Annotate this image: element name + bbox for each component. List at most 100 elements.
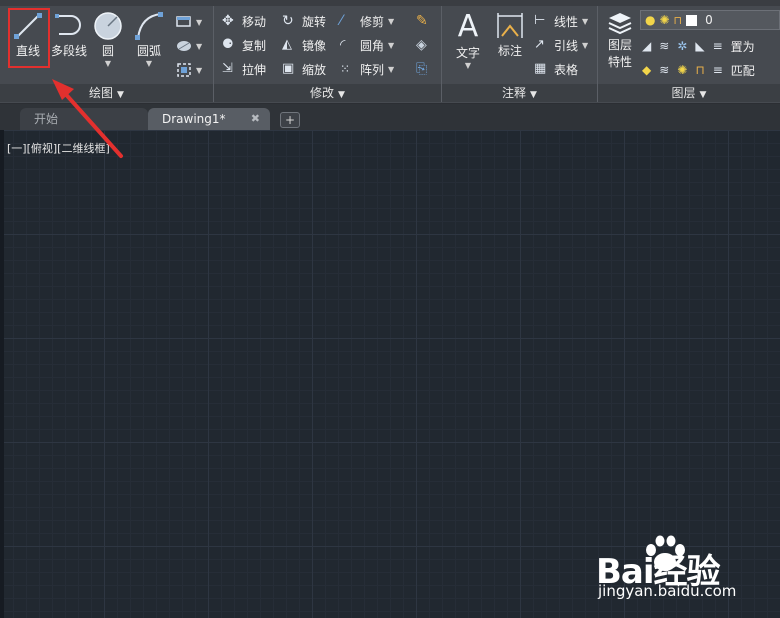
annotation-panel-footer[interactable]: 注释 ▼ [442, 84, 597, 102]
array-dropdown-icon[interactable]: ▼ [388, 65, 394, 74]
move-label: 移动 [242, 14, 267, 29]
leader-button[interactable]: ↗ 引线 ▼ [534, 35, 588, 55]
draw-panel-footer[interactable]: 绘图 ▼ [0, 84, 213, 102]
layers-panel: 图层 特性 ● ✺ ⊓ 0 ◢ ≋ ✲ ◣ ≡ 置为 ◆ ≋ ✺ ⊓ ≡ 匹配 … [598, 6, 780, 102]
dimension-button[interactable]: 标注 [490, 10, 530, 59]
linear-icon: ⊢ [534, 13, 546, 28]
text-button[interactable]: A 文字 ▼ [448, 10, 488, 71]
layer-isolate-icon[interactable]: ≋ [659, 39, 669, 53]
tab-drawing1-label: Drawing1* [162, 112, 226, 126]
canvas-left-edge [0, 130, 4, 618]
leader-dropdown-icon[interactable]: ▼ [582, 41, 588, 50]
trim-label: 修剪 [360, 14, 385, 29]
draw-panel-expand-icon: ▼ [117, 90, 124, 100]
text-dropdown-icon[interactable]: ▼ [448, 61, 488, 70]
ribbon: 直线 多段线 圆 ▼ 圆弧 ▼ ▼ ▼ ▼ 绘图 ▼ ✥ 移动 ↻ 旋转 ⁄ 修… [0, 0, 780, 104]
arc-dropdown-icon[interactable]: ▼ [130, 59, 168, 68]
match-label[interactable]: 匹配 [731, 62, 755, 79]
scale-label: 缩放 [302, 62, 327, 77]
arc-label: 圆弧 [136, 44, 161, 58]
copy-label: 复制 [242, 38, 267, 53]
stretch-label: 拉伸 [242, 62, 267, 77]
layer-thaw-icon[interactable]: ✺ [677, 63, 687, 77]
layer-tools-row-1: ◢ ≋ ✲ ◣ ≡ 置为 [642, 36, 755, 56]
text-label: 文字 [455, 46, 480, 60]
array-button[interactable]: ⁙ 阵列 ▼ [340, 59, 394, 79]
boundary-button[interactable]: ▼ [176, 60, 202, 80]
layer-unlock-icon[interactable]: ⊓ [695, 63, 704, 77]
stretch-icon: ⇲ [222, 61, 233, 76]
linear-dropdown-icon[interactable]: ▼ [582, 17, 588, 26]
layer-dropdown[interactable]: ● ✺ ⊓ 0 [640, 10, 780, 30]
rectangle-dropdown-icon[interactable]: ▼ [196, 18, 202, 27]
draw-panel-title: 绘图 [89, 86, 114, 100]
arc-button[interactable]: 圆弧 ▼ [130, 10, 168, 68]
modify-panel-footer[interactable]: 修改 ▼ [214, 84, 441, 102]
polyline-label: 多段线 [50, 44, 87, 58]
tab-start[interactable]: 开始 [20, 108, 148, 130]
circle-label: 圆 [101, 44, 114, 58]
explode-icon: ◈ [416, 37, 427, 53]
erase-button[interactable]: ✎ [416, 11, 432, 31]
layers-panel-expand-icon: ▼ [699, 90, 707, 100]
layer-unisolate-icon[interactable]: ≋ [659, 63, 669, 77]
erase-icon: ✎ [416, 13, 428, 29]
annotation-panel: A 文字 ▼ 标注 ⊢ 线性 ▼ ↗ 引线 ▼ ▦ 表格 注释 ▼ [442, 6, 598, 102]
arc-icon [135, 12, 163, 40]
rectangle-icon [176, 16, 191, 27]
match-layer-icon[interactable]: ≡ [713, 63, 723, 77]
trim-dropdown-icon[interactable]: ▼ [388, 17, 394, 26]
layer-properties-button[interactable]: 图层 特性 [602, 12, 638, 70]
layers-panel-footer[interactable]: 图层 ▼ [598, 84, 780, 102]
close-icon[interactable]: ✖ [251, 108, 260, 130]
tab-drawing1[interactable]: Drawing1* ✖ [148, 108, 270, 130]
explode-button[interactable]: ◈ [416, 35, 432, 55]
line-button-highlight [8, 8, 50, 68]
watermark: Bai经验 jingyan.baidu.com [596, 530, 766, 602]
layer-off-icon[interactable]: ◢ [642, 39, 651, 53]
boundary-dropdown-icon[interactable]: ▼ [196, 66, 202, 75]
annotation-panel-expand-icon: ▼ [530, 90, 537, 100]
offset-button[interactable]: ⎘ [416, 59, 432, 79]
move-button[interactable]: ✥ 移动 [222, 11, 266, 31]
linear-button[interactable]: ⊢ 线性 ▼ [534, 11, 588, 31]
layers-panel-title: 图层 [671, 86, 696, 100]
layer-freeze-icon[interactable]: ✲ [677, 39, 687, 53]
trim-icon: ⁄ [340, 13, 343, 29]
scale-button[interactable]: ▣ 缩放 [282, 59, 326, 79]
set-current-icon[interactable]: ≡ [713, 39, 723, 53]
offset-icon: ⎘ [416, 61, 428, 77]
mirror-button[interactable]: ◭ 镜像 [282, 35, 326, 55]
polyline-button[interactable]: 多段线 [50, 10, 88, 59]
layer-tools-row-2: ◆ ≋ ✺ ⊓ ≡ 匹配 [642, 60, 755, 80]
trim-button[interactable]: ⁄ 修剪 ▼ [340, 11, 394, 31]
layer-on-icon[interactable]: ◆ [642, 63, 651, 77]
stretch-button[interactable]: ⇲ 拉伸 [222, 59, 266, 79]
rotate-label: 旋转 [302, 14, 327, 29]
viewport-controls[interactable]: [一][俯视][二维线框] [7, 140, 110, 156]
new-tab-button[interactable]: + [280, 112, 300, 128]
hatch-button[interactable]: ▼ [176, 36, 202, 56]
linear-label: 线性 [554, 14, 579, 29]
fillet-label: 圆角 [360, 38, 385, 53]
circle-button[interactable]: 圆 ▼ [90, 10, 126, 68]
fillet-button[interactable]: ◜ 圆角 ▼ [340, 35, 394, 55]
fillet-dropdown-icon[interactable]: ▼ [388, 41, 394, 50]
tab-start-label: 开始 [34, 112, 59, 126]
layer-lock-icon[interactable]: ◣ [695, 39, 704, 53]
move-icon: ✥ [222, 13, 234, 29]
hatch-dropdown-icon[interactable]: ▼ [196, 42, 202, 51]
sun-icon: ✺ [659, 13, 670, 27]
array-label: 阵列 [360, 62, 385, 77]
table-button[interactable]: ▦ 表格 [534, 59, 578, 79]
copy-button[interactable]: ⚈ 复制 [222, 35, 266, 55]
rectangle-button[interactable]: ▼ [176, 12, 202, 32]
modify-panel-title: 修改 [310, 86, 335, 100]
circle-dropdown-icon[interactable]: ▼ [90, 59, 126, 68]
layer-properties-label-2: 特性 [607, 55, 632, 69]
watermark-url: jingyan.baidu.com [598, 582, 737, 600]
set-current-label[interactable]: 置为 [731, 38, 755, 55]
rotate-button[interactable]: ↻ 旋转 [282, 11, 326, 31]
boundary-icon [177, 63, 191, 77]
fillet-icon: ◜ [340, 37, 346, 53]
